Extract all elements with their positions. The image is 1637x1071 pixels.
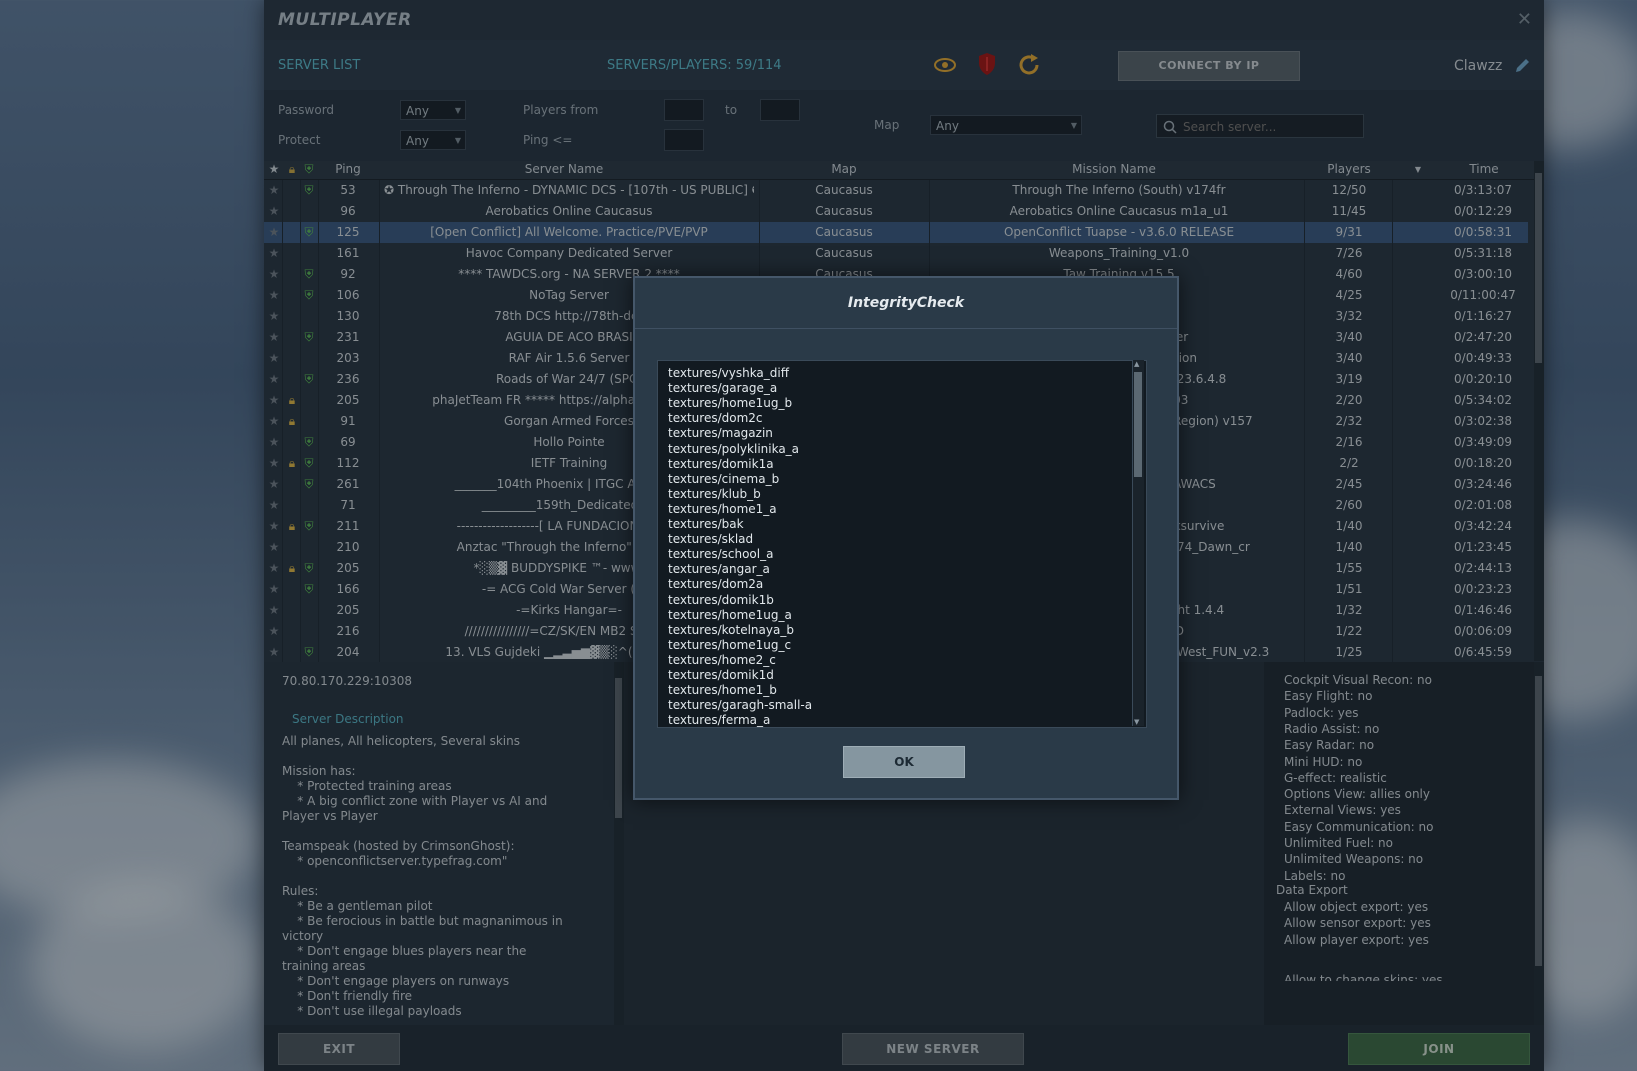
dialog-scrollbar[interactable]: ▲ ▼ bbox=[1132, 360, 1144, 726]
ok-button[interactable]: OK bbox=[843, 746, 965, 778]
integrity-file-item: textures/domik1b bbox=[668, 592, 774, 607]
integrity-file-item: textures/garage_a bbox=[668, 381, 778, 396]
integrity-file-item: textures/dom2a bbox=[668, 577, 764, 592]
integrity-file-item: textures/home1ug_c bbox=[668, 637, 792, 652]
integrity-file-item: textures/polyklinika_a bbox=[668, 441, 800, 456]
integrity-file-item: textures/klub_b bbox=[668, 486, 761, 501]
dialog-divider bbox=[635, 328, 1177, 329]
integrity-file-item: textures/domik1a bbox=[668, 456, 774, 471]
integrity-file-item: textures/garagh-small-a bbox=[668, 698, 813, 713]
integrity-file-item: textures/vyshka_diff bbox=[668, 366, 790, 380]
scroll-down-icon[interactable]: ▼ bbox=[1134, 718, 1139, 726]
scroll-up-icon[interactable]: ▲ bbox=[1134, 360, 1139, 368]
integrity-file-item: textures/home1_b bbox=[668, 683, 777, 698]
integrity-check-dialog: IntegrityCheck textures/vyshka_diff textu… bbox=[633, 276, 1179, 800]
integrity-file-item: textures/home1ug_a bbox=[668, 607, 792, 622]
integrity-file-item: textures/home1ug_b bbox=[668, 396, 793, 411]
integrity-file-item: textures/magazin bbox=[668, 426, 773, 441]
integrity-file-item: textures/sklad bbox=[668, 532, 754, 547]
integrity-file-item: textures/home1_a bbox=[668, 501, 777, 516]
dialog-title: IntegrityCheck bbox=[847, 295, 965, 311]
scrollbar-thumb[interactable] bbox=[1134, 372, 1142, 477]
integrity-file-item: textures/school_a bbox=[668, 547, 774, 562]
integrity-file-item: textures/bak bbox=[668, 517, 744, 531]
integrity-file-item: textures/cinema_b bbox=[668, 471, 780, 486]
integrity-file-list: textures/vyshka_diff textures/garage_a tex… bbox=[657, 360, 1147, 728]
integrity-file-item: textures/kotelnaya_b bbox=[668, 622, 794, 637]
integrity-file-item: textures/ferma_a bbox=[668, 713, 771, 728]
integrity-file-item: textures/home2_c bbox=[668, 652, 776, 667]
integrity-file-item: textures/domik1d bbox=[668, 668, 774, 682]
integrity-file-item: textures/angar_a bbox=[668, 562, 770, 577]
integrity-file-item: textures/dom2c bbox=[668, 411, 763, 426]
